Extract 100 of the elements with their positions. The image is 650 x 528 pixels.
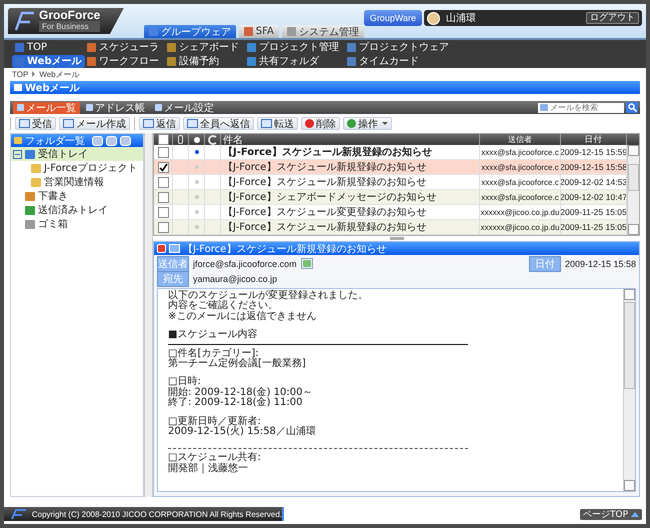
nav-item[interactable]: ワークフロー — [84, 54, 162, 68]
gear-icon — [347, 119, 356, 128]
mail-icon — [63, 119, 74, 128]
folder-item[interactable]: 営業関連情報 — [11, 175, 143, 189]
folder-item[interactable]: 送信済みトレイ — [11, 203, 143, 217]
delete-icon — [305, 119, 314, 128]
breadcrumb-item[interactable]: TOP — [12, 70, 28, 78]
sender-cell: xxxx@sfa.jicooforce.c — [480, 145, 561, 159]
mail-icon — [169, 244, 180, 253]
toolbar-button[interactable]: 全員へ返信 — [183, 117, 254, 130]
page-title: Webメール — [25, 82, 80, 94]
body-line: 第一チーム定例会議[一般業務] — [168, 359, 307, 370]
page-top-button[interactable]: ページTOP — [580, 508, 642, 520]
sender-cell: xxxx@sfa.jicooforce.c — [480, 160, 561, 174]
toolbar-button[interactable]: 返信 — [139, 117, 180, 130]
subject-cell: 【J-Force】スケジュール新規登録のお知らせ — [221, 175, 480, 189]
toolbar-button[interactable]: メール作成 — [59, 117, 130, 130]
sender-cell: xxxxxx@jicoo.co.jp.du — [480, 220, 561, 234]
body-line: 以下のスケジュールが変更登録されました。 — [168, 291, 369, 301]
toolbar-button[interactable]: 受信 — [15, 117, 56, 130]
body-line: □件名[カテゴリー]: — [168, 348, 259, 359]
app-tab[interactable]: グループウェア — [144, 25, 236, 38]
checkbox[interactable] — [158, 176, 168, 188]
nav-item[interactable]: TOP — [12, 40, 50, 54]
subject-cell: 【J-Force】スケジュール新規登録のお知らせ — [221, 160, 480, 174]
checkbox[interactable] — [158, 134, 168, 145]
sender-cell: xxxxxx@jicoo.co.jp.du — [480, 205, 561, 219]
sub-tab[interactable]: メール設定 — [151, 102, 218, 114]
sender-cell: xxxx@sfa.jicooforce.c — [480, 175, 561, 189]
app-icon — [17, 104, 24, 111]
body-line: 2009-12-15(火) 15:58／山浦環 — [168, 427, 317, 438]
scrollbar[interactable] — [627, 145, 639, 235]
nav-item[interactable]: シェアボード — [164, 40, 242, 54]
breadcrumb-arrow-icon — [32, 71, 36, 77]
folder-item[interactable]: ゴミ箱 — [11, 217, 143, 231]
logout-button[interactable]: ログアウト — [586, 12, 639, 24]
subject-cell: 【J-Force】スケジュール新規登録のお知らせ — [221, 220, 480, 234]
nav-item[interactable]: Webメール — [12, 54, 85, 68]
up-arrow-icon — [631, 512, 639, 516]
splitter-handle[interactable] — [390, 237, 404, 240]
checkbox[interactable] — [158, 222, 168, 232]
mail-icon — [261, 119, 272, 128]
add-folder-button[interactable] — [92, 136, 103, 146]
folder-item[interactable]: J-Forceプロジェクト — [11, 161, 143, 175]
groupware-button[interactable]: GroupWare — [364, 10, 422, 26]
app-icon — [286, 27, 296, 36]
app-tab[interactable]: SFA — [238, 25, 279, 38]
nav-item[interactable]: タイムカード — [344, 54, 422, 68]
field-label: 宛先 — [157, 270, 189, 286]
search-button[interactable] — [626, 102, 638, 113]
folder-panel-title: フォルダ一覧 — [25, 134, 85, 148]
body-line: □日時: — [168, 377, 201, 388]
mail-subject: 【J-Force】スケジュール新規登録のお知らせ — [183, 242, 386, 256]
user-name: 山浦環 — [446, 12, 476, 25]
body-line: 開発部｜浅藤悠一 — [168, 464, 249, 474]
nav-item[interactable]: 設備予約 — [164, 54, 222, 68]
delete-folder-button[interactable] — [120, 136, 131, 146]
toolbar-button[interactable]: 操作 — [343, 117, 392, 130]
checkbox[interactable] — [158, 206, 168, 218]
subject-cell: 【J-Force】スケジュール新規登録のお知らせ — [221, 145, 480, 159]
add-contact-button[interactable] — [300, 258, 313, 269]
mail-icon — [540, 104, 548, 111]
mail-icon — [143, 119, 154, 128]
logo[interactable]: GrooForce For Business — [8, 8, 124, 34]
scrollbar[interactable] — [623, 289, 635, 491]
nav-item[interactable]: プロジェクトウェア — [344, 40, 452, 54]
collapse-icon[interactable] — [157, 244, 166, 253]
copyright-text: Copyright (C) 2008-2010 JICOO CORPORATION All Rights Reserved. — [32, 510, 282, 518]
sub-tab[interactable]: アドレス帳 — [82, 102, 149, 114]
sub-tab[interactable]: メール一覧 — [13, 102, 80, 114]
folder-item[interactable]: 受信トレイ — [11, 147, 143, 161]
splitter-handle[interactable] — [144, 133, 153, 497]
body-line: □更新日時／更新者: — [168, 416, 261, 427]
checkbox[interactable] — [158, 162, 168, 172]
subject-cell: 【J-Force】スケジュール変更登録のお知らせ — [221, 205, 480, 219]
app-tab[interactable]: システム管理 — [282, 25, 364, 38]
logo-name: GrooForce — [39, 10, 100, 21]
mail-row[interactable]: 【J-Force】スケジュール変更登録のお知らせ xxxxxx@jicoo.co.jp.du 2009-11-25 15:05 — [154, 205, 627, 220]
caret-icon — [382, 122, 388, 125]
sender-address: jforce@sfa.jicooforce.com — [193, 258, 297, 268]
nav-item[interactable]: 共有フォルダ — [244, 54, 322, 68]
mail-date: 2009-12-15 15:58 — [564, 258, 636, 268]
toolbar-button[interactable]: 削除 — [301, 117, 340, 130]
checkbox[interactable] — [158, 146, 168, 158]
edit-folder-button[interactable] — [106, 136, 117, 146]
sender-cell: xxxx@sfa.jicooforce.c — [480, 190, 561, 204]
toolbar-button[interactable]: 転送 — [257, 117, 298, 130]
search-field[interactable]: メールを検索 — [538, 102, 624, 112]
folder-item[interactable]: 下書き — [11, 189, 143, 203]
nav-item[interactable]: スケジューラ — [84, 40, 162, 54]
recipient-address: yamaura@jicoo.co.jp — [193, 274, 278, 284]
checkbox[interactable] — [158, 192, 168, 202]
mail-icon — [14, 84, 22, 91]
app-icon — [155, 104, 162, 111]
mail-row[interactable]: 【J-Force】スケジュール新規登録のお知らせ xxxxxx@jicoo.co.jp.du 2009-11-25 15:05 — [154, 220, 627, 235]
nav-item[interactable]: プロジェクト管理 — [244, 40, 342, 54]
body-line: ※このメールには返信できません — [168, 312, 318, 322]
avatar-icon — [427, 12, 440, 24]
mail-icon — [19, 119, 30, 128]
app-icon — [86, 104, 93, 111]
